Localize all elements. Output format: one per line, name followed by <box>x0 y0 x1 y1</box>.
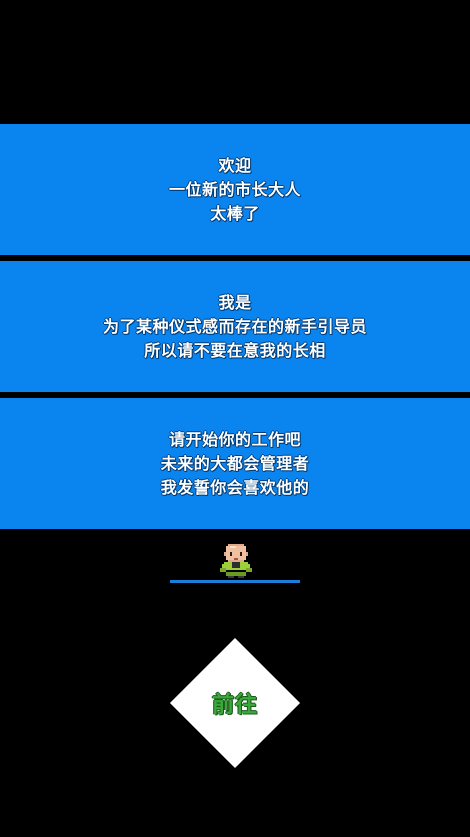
go-button[interactable]: 前往 <box>169 637 301 769</box>
dialog-panel-intro: 我是 为了某种仪式感而存在的新手引导员 所以请不要在意我的长相 <box>0 261 470 392</box>
dialog-line: 所以请不要在意我的长相 <box>144 340 326 360</box>
dialog-panel-start: 请开始你的工作吧 未来的大都会管理者 我发誓你会喜欢他的 <box>0 398 470 529</box>
guide-underline <box>170 580 300 583</box>
dialog-line: 太棒了 <box>210 203 260 223</box>
guide-character-area <box>0 540 470 590</box>
go-button-label: 前往 <box>211 693 258 718</box>
dialog-line: 未来的大都会管理者 <box>160 453 310 473</box>
guide-character-icon <box>220 544 252 578</box>
dialog-line: 我发誓你会喜欢他的 <box>160 477 310 497</box>
dialog-line: 一位新的市长大人 <box>168 179 301 199</box>
dialog-line: 为了某种仪式感而存在的新手引导员 <box>102 316 367 336</box>
dialog-panel-welcome: 欢迎 一位新的市长大人 太棒了 <box>0 124 470 255</box>
dialog-line: 欢迎 <box>218 155 252 175</box>
dialog-line: 我是 <box>218 292 252 312</box>
dialog-line: 请开始你的工作吧 <box>168 429 301 449</box>
